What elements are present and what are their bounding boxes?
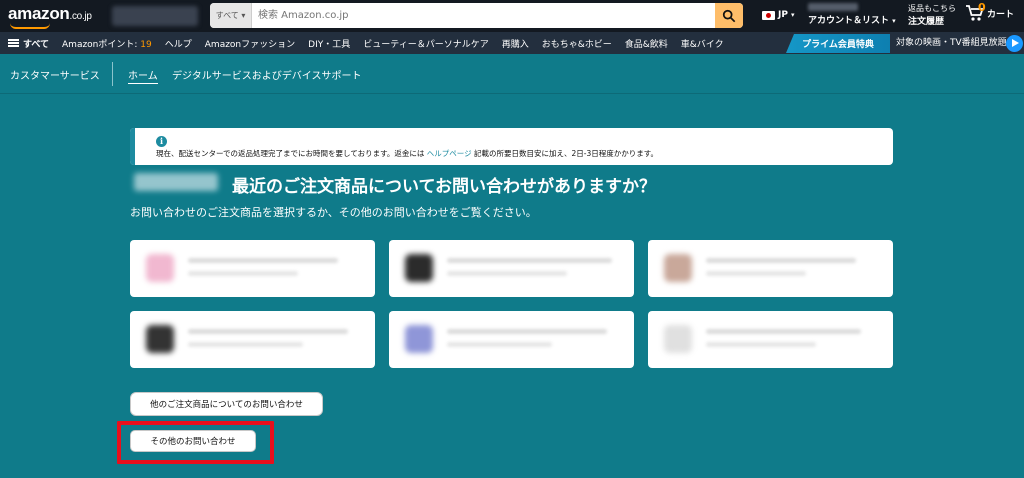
points-link[interactable]: Amazonポイント: 19 [62, 37, 152, 50]
orders-label: 注文履歴 [908, 17, 945, 27]
top-navigation-bar: amazon.co.jp すべて ▾ JP▾ アカウント＆リスト ▾ 返品もこち… [0, 0, 1024, 32]
other-orders-inquiry-button[interactable]: 他のご注文商品についてのお問い合わせ [130, 392, 323, 416]
product-thumbnail [405, 325, 433, 353]
customer-name-blurred [134, 173, 218, 191]
japan-flag-icon [762, 10, 775, 20]
hamburger-icon [8, 39, 19, 47]
orders-link[interactable]: 返品もこちら 注文履歴 [908, 3, 956, 27]
order-card[interactable] [648, 311, 893, 368]
cart-label: カート [987, 10, 1015, 20]
language-label: JP [778, 10, 788, 20]
logo-smile-icon [10, 23, 50, 29]
cart-count: 0 [978, 1, 986, 14]
language-selector[interactable]: JP ▾ [762, 10, 794, 20]
search-category-select[interactable]: すべて ▾ [210, 3, 252, 28]
order-card[interactable] [648, 240, 893, 297]
points-value: 19 [140, 39, 152, 50]
product-title-blurred [447, 329, 607, 334]
info-icon: i [156, 136, 167, 147]
product-detail-blurred [706, 342, 816, 347]
product-thumbnail [664, 325, 692, 353]
order-card[interactable] [130, 311, 375, 368]
product-detail-blurred [188, 342, 303, 347]
play-icon[interactable] [1006, 35, 1023, 52]
logo-text: amazon [8, 4, 70, 23]
info-message: 現在、配送センターでの返品処理完了までにお時間を要しております。返金には ヘルプ… [156, 149, 658, 158]
nav-item-help[interactable]: ヘルプ [165, 37, 192, 50]
search-input[interactable] [256, 3, 696, 28]
nav-item-diy[interactable]: DIY・工具 [308, 37, 350, 50]
product-title-blurred [188, 258, 338, 263]
order-card[interactable] [389, 311, 634, 368]
all-menu-button[interactable]: すべて [8, 37, 49, 50]
page-heading: 最近のご注文商品についてお問い合わせがありますか？ [232, 177, 656, 197]
amazon-logo[interactable]: amazon.co.jp [8, 4, 92, 29]
account-label: アカウント＆リスト [808, 16, 890, 26]
product-detail-blurred [447, 342, 552, 347]
product-thumbnail [146, 254, 174, 282]
product-thumbnail [146, 325, 174, 353]
customer-service-title[interactable]: カスタマーサービス [10, 67, 100, 82]
highlight-box [117, 421, 274, 464]
search-bar: すべて ▾ [210, 3, 743, 28]
tab-digital-support[interactable]: デジタルサービスおよびデバイスサポート [172, 67, 362, 82]
product-thumbnail [405, 254, 433, 282]
tab-home[interactable]: ホーム [128, 67, 158, 84]
product-detail-blurred [447, 271, 567, 276]
product-title-blurred [447, 258, 612, 263]
product-detail-blurred [188, 271, 298, 276]
search-icon [722, 9, 736, 22]
product-thumbnail [664, 254, 692, 282]
product-title-blurred [706, 258, 856, 263]
nav-item-fashion[interactable]: Amazonファッション [205, 37, 295, 50]
returns-label: 返品もこちら [908, 4, 956, 13]
nav-item-food[interactable]: 食品&飲料 [625, 37, 668, 50]
delivery-address-blurred[interactable] [112, 6, 198, 26]
nav-item-beauty[interactable]: ビューティー＆パーソナルケア [363, 37, 488, 50]
prime-video-link[interactable]: 対象の映画・TV番組見放題 [896, 34, 1007, 53]
product-detail-blurred [706, 271, 806, 276]
cart-button[interactable]: 0 カート [965, 1, 1015, 22]
logo-tld: .co.jp [69, 11, 92, 22]
help-page-link[interactable]: ヘルプページ [427, 149, 472, 158]
customer-service-nav: カスタマーサービス ホーム デジタルサービスおよびデバイスサポート [0, 54, 1024, 94]
product-title-blurred [188, 329, 348, 334]
account-greeting-blurred [808, 3, 858, 11]
page-subheading: お問い合わせのご注文商品を選択するか、その他のお問い合わせをご覧ください。 [130, 206, 537, 219]
prime-benefits-banner[interactable]: プライム会員特典 [786, 34, 890, 53]
info-notice: i 現在、配送センターでの返品処理完了までにお時間を要しております。返金には ヘ… [130, 128, 893, 165]
nav-divider [112, 62, 113, 86]
nav-item-rebuy[interactable]: 再購入 [502, 37, 529, 50]
product-title-blurred [706, 329, 861, 334]
account-menu[interactable]: アカウント＆リスト ▾ [808, 3, 896, 26]
search-button[interactable] [715, 3, 743, 28]
order-card[interactable] [389, 240, 634, 297]
order-card[interactable] [130, 240, 375, 297]
nav-item-toys[interactable]: おもちゃ&ホビー [542, 37, 612, 50]
nav-item-car[interactable]: 車&バイク [681, 37, 724, 50]
